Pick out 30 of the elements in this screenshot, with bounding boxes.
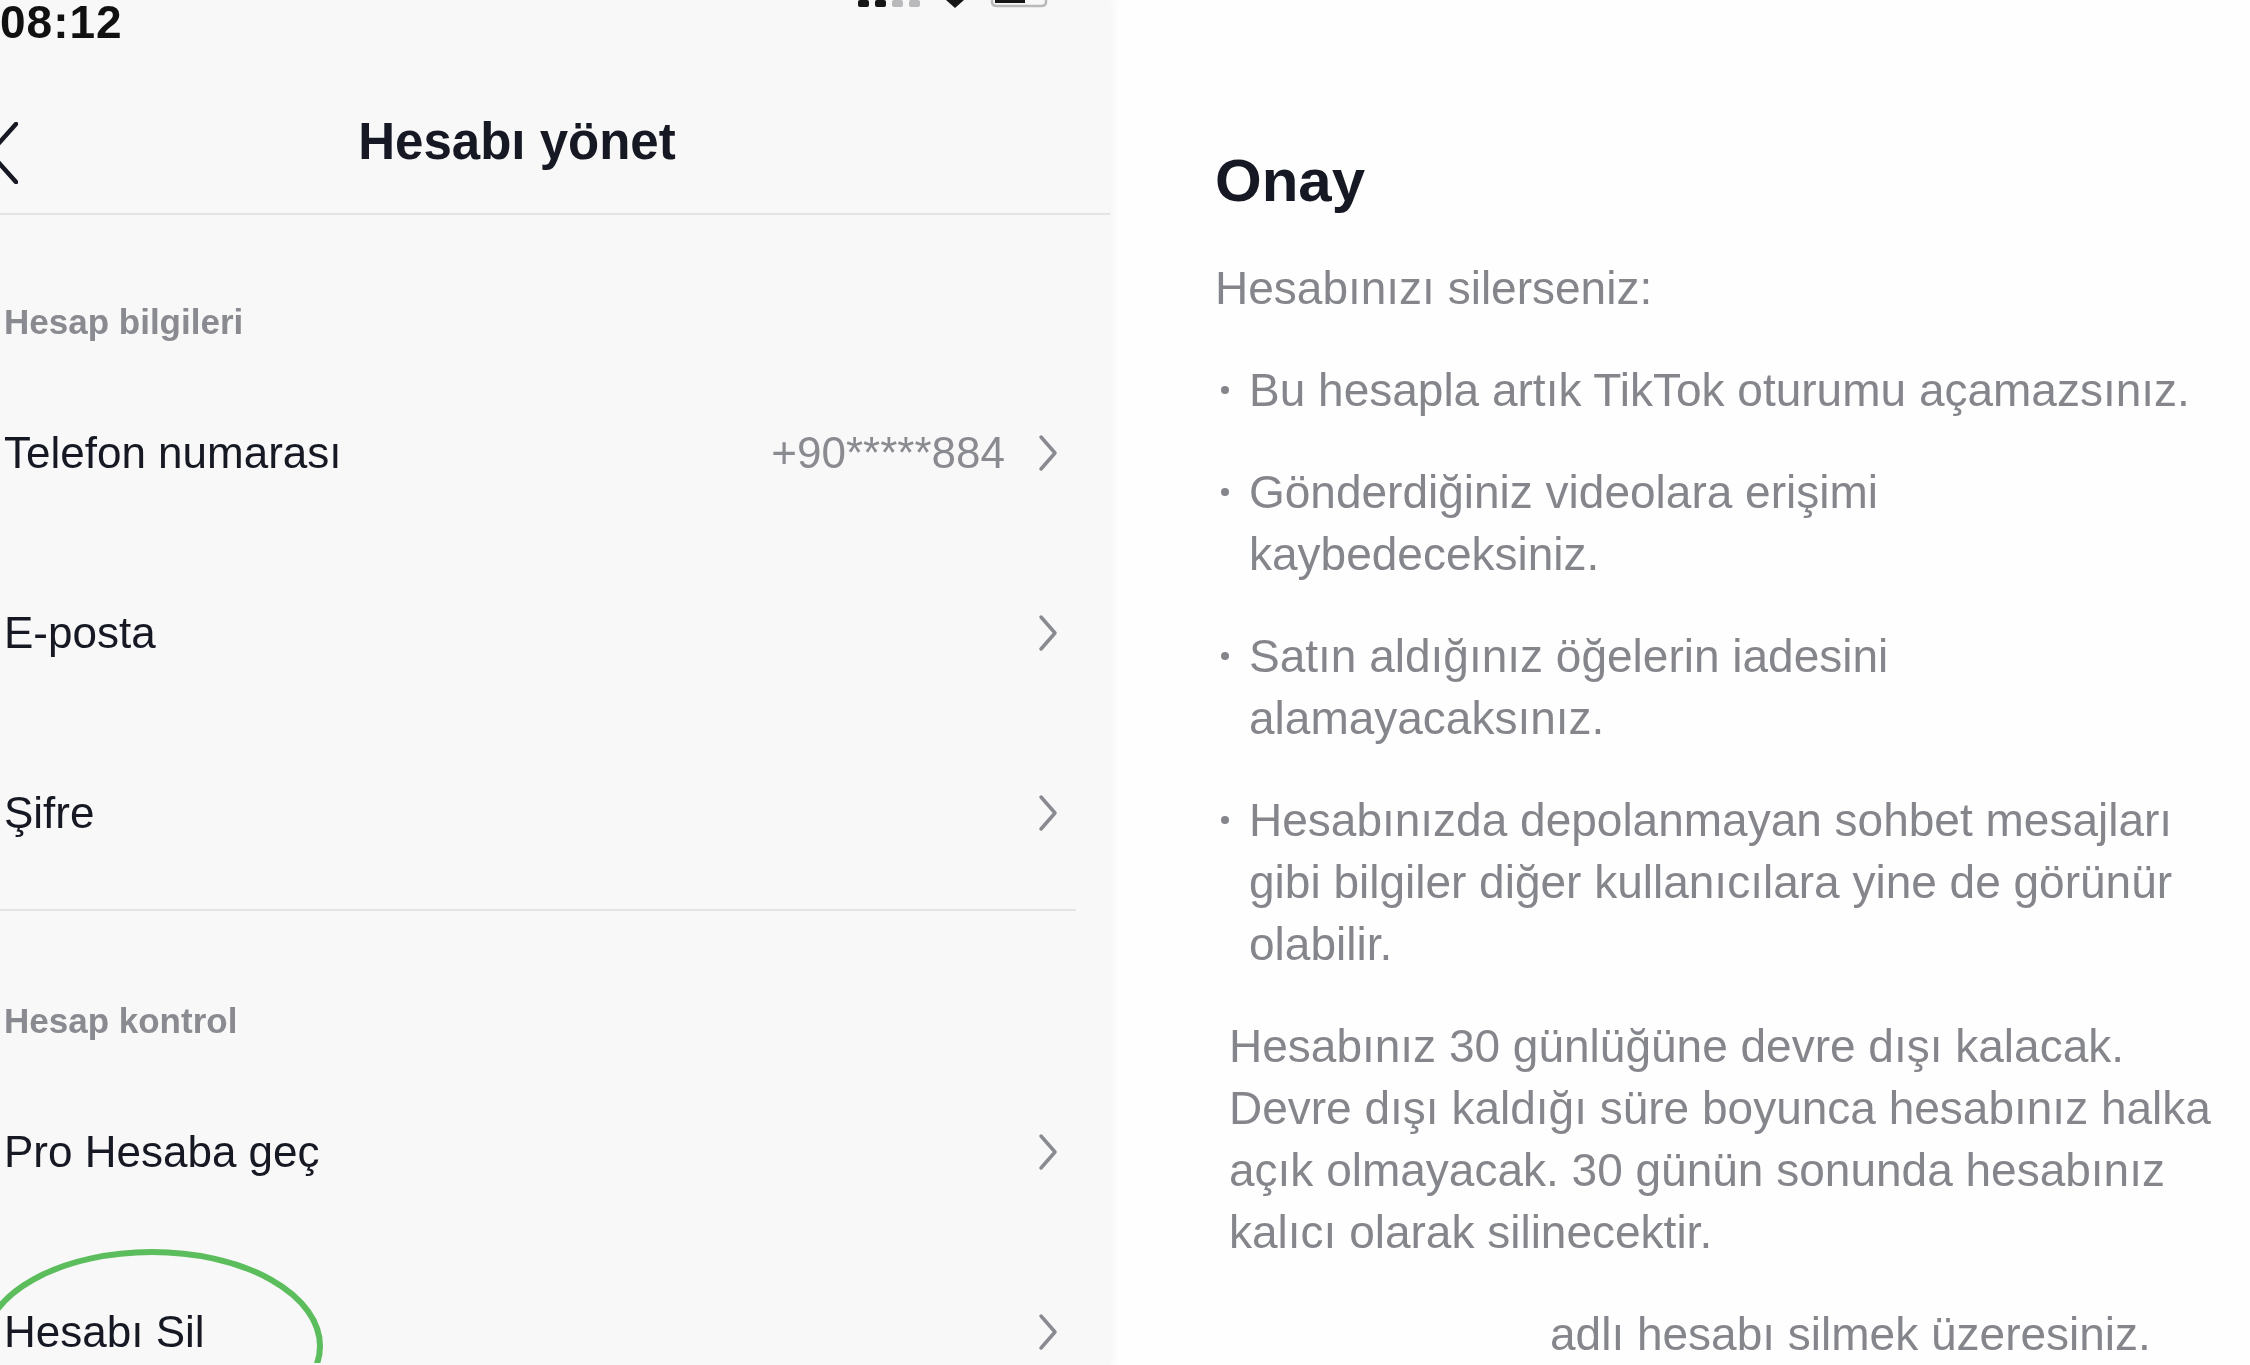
bullet-text: Bu hesapla artık TikTok oturumu açamazsınız. bbox=[1249, 363, 2190, 418]
chevron-icon bbox=[1038, 1133, 1058, 1171]
notice-text: Hesabınız 30 günlüğüne devre dışı kalacak. Devre dışı kaldığı süre boyunca hesabınız halka açık olmayacak. 30 günün sonunda hesabınız kalıcı olarak silinecektir. bbox=[1229, 1019, 2212, 1260]
bullet-text: Satın aldığınız öğelerin iadesini alamayacaksınız. bbox=[1249, 629, 1890, 746]
bullet-icon bbox=[1221, 386, 1229, 394]
section-heading: Hesap kontrol bbox=[4, 1000, 238, 1042]
chevron-icon bbox=[1038, 1313, 1058, 1351]
chevron-icon bbox=[1038, 434, 1058, 472]
settings-row[interactable]: Hesabı Sil bbox=[4, 1302, 1058, 1362]
bullet-icon bbox=[1221, 816, 1229, 824]
chevron-icon bbox=[1038, 794, 1058, 832]
wifi-icon bbox=[946, 0, 964, 8]
settings-row[interactable]: Pro Hesaba geç bbox=[4, 1122, 1058, 1182]
settings-row[interactable]: Şifre bbox=[4, 783, 1058, 843]
dialog-title: Onay bbox=[1215, 146, 1366, 216]
settings-row[interactable]: Telefon numarası +90*****884 bbox=[4, 423, 1058, 483]
intro-text: Hesabınızı silerseniz: bbox=[1215, 261, 1653, 316]
bullet-icon bbox=[1221, 652, 1229, 660]
page-title: Hesabı yönet bbox=[358, 111, 676, 172]
chevron-icon bbox=[1038, 614, 1058, 652]
section-heading: Hesap bilgileri bbox=[4, 301, 244, 343]
bullet-text: Hesabınızda depolanmayan sohbet mesajları gibi bilgiler diğer kullanıcılara yine de görünür olabilir. bbox=[1249, 793, 2174, 972]
row-value: +90*****884 bbox=[771, 428, 1005, 478]
footer-text: adlı hesabı silmek üzeresiniz. bbox=[1550, 1307, 2151, 1362]
back-icon[interactable] bbox=[0, 121, 18, 184]
bullet-icon bbox=[1221, 488, 1229, 496]
settings-row[interactable]: E-posta bbox=[4, 603, 1058, 663]
signal-icon bbox=[858, 0, 920, 8]
status-time: 08:12 bbox=[0, 0, 123, 44]
bullet-text: Gönderdiğiniz videolara erişimi kaybedeceksiniz. bbox=[1249, 465, 1879, 582]
